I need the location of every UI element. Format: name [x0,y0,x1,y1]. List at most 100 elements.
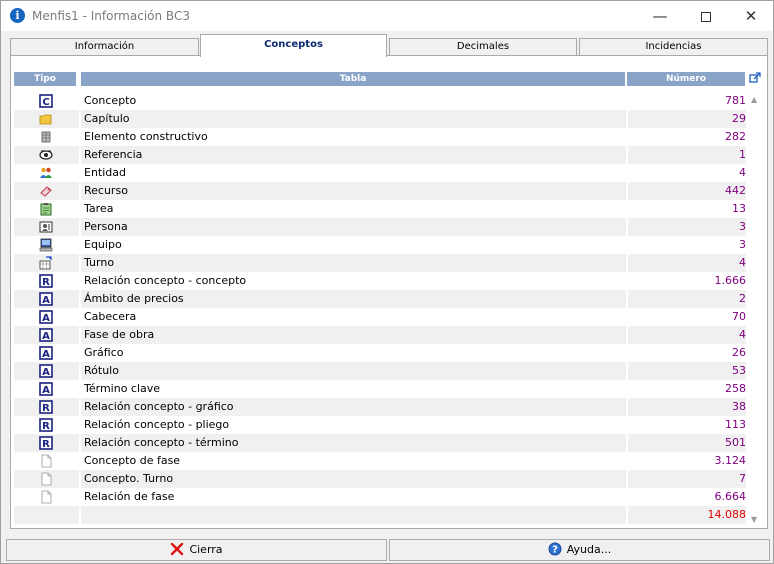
table-row[interactable]: ACabecera70 [14,308,746,326]
numero-cell: 4 [630,164,746,182]
vertical-scrollbar[interactable]: ▲ ▼ [748,94,763,526]
column-divider [79,128,81,146]
popout-icon[interactable] [749,72,761,84]
tipo-cell [14,128,76,146]
scroll-down-icon[interactable]: ▼ [751,516,757,524]
table-row[interactable]: CConcepto781 [14,92,746,110]
svg-text:A: A [42,331,50,342]
tab-incidencias[interactable]: Incidencias [579,38,768,56]
column-divider [79,92,81,110]
table-row[interactable]: Recurso442 [14,182,746,200]
scroll-up-icon[interactable]: ▲ [751,96,757,104]
maximize-button[interactable] [683,1,729,31]
column-divider [626,506,628,524]
column-header-tipo[interactable]: Tipo [14,72,76,86]
tabla-cell: Relación concepto - gráfico [84,398,628,416]
tipo-cell [14,182,76,200]
numero-cell: 29 [630,110,746,128]
tabla-cell: Cabecera [84,308,628,326]
tabla-cell: Recurso [84,182,628,200]
tab-conceptos[interactable]: Conceptos [200,34,387,57]
page-icon [39,454,53,468]
column-divider [626,344,628,362]
tab-informacion[interactable]: Información [10,38,199,56]
table-row[interactable]: Concepto de fase3.124 [14,452,746,470]
total-row: 14.088 [14,506,746,524]
table-row[interactable]: RRelación concepto - concepto1.666 [14,272,746,290]
numero-cell: 4 [630,254,746,272]
table-row[interactable]: Referencia1 [14,146,746,164]
numero-cell: 70 [630,308,746,326]
tipo-cell [14,470,76,488]
letter-a-icon: A [39,364,53,378]
numero-cell: 53 [630,362,746,380]
people-icon [39,166,53,180]
table-row[interactable]: RRelación concepto - gráfico38 [14,398,746,416]
table-row[interactable]: Persona3 [14,218,746,236]
tipo-cell: A [14,326,76,344]
table-row[interactable]: Equipo3 [14,236,746,254]
table-row[interactable]: AFase de obra4 [14,326,746,344]
table-row[interactable]: RRelación concepto - término501 [14,434,746,452]
tabla-cell: Relación concepto - término [84,434,628,452]
column-divider [79,182,81,200]
help-button-label: Ayuda... [567,543,611,556]
column-divider [626,470,628,488]
table-row[interactable]: Capítulo29 [14,110,746,128]
svg-text:C: C [42,97,49,108]
column-divider [79,416,81,434]
table-row[interactable]: AGráfico26 [14,344,746,362]
tipo-cell: A [14,380,76,398]
tabla-cell: Persona [84,218,628,236]
tabla-cell: Tarea [84,200,628,218]
tipo-cell: A [14,362,76,380]
numero-cell: 442 [630,182,746,200]
column-divider [79,254,81,272]
table-row[interactable]: Turno4 [14,254,746,272]
svg-text:R: R [42,403,50,414]
letter-a-icon: A [39,382,53,396]
column-divider [626,200,628,218]
close-button[interactable]: Cierra [6,539,387,561]
column-divider [79,434,81,452]
table-row[interactable]: Concepto. Turno7 [14,470,746,488]
column-divider [626,452,628,470]
table-row[interactable]: Elemento constructivo282 [14,128,746,146]
table-row[interactable]: Tarea13 [14,200,746,218]
close-window-button[interactable]: ✕ [728,1,774,31]
tabla-cell: Elemento constructivo [84,128,628,146]
svg-text:R: R [42,439,50,450]
column-divider [79,290,81,308]
building-element-icon [39,130,53,144]
tabla-cell: Concepto. Turno [84,470,628,488]
table-row[interactable]: RRelación concepto - pliego113 [14,416,746,434]
table-row[interactable]: ATérmino clave258 [14,380,746,398]
column-divider [626,416,628,434]
table-row[interactable]: Relación de fase6.664 [14,488,746,506]
help-button[interactable]: ? Ayuda... [389,539,770,561]
column-divider [626,164,628,182]
page-icon [39,472,53,486]
person-card-icon [39,220,53,234]
letter-c-icon: C [39,94,53,108]
numero-cell: 282 [630,128,746,146]
minimize-button[interactable]: — [637,1,683,31]
column-header-numero[interactable]: Número [627,72,745,86]
svg-text:R: R [42,277,50,288]
column-header-tabla[interactable]: Tabla [81,72,625,86]
tipo-cell: C [14,92,76,110]
info-bc3-window: i Menfis1 - Información BC3 — ✕ Informac… [0,0,774,564]
column-divider [79,344,81,362]
tipo-cell [14,452,76,470]
table-row[interactable]: Entidad4 [14,164,746,182]
tipo-cell: R [14,272,76,290]
red-x-icon [170,542,184,556]
column-divider [626,128,628,146]
table-row[interactable]: ARótulo53 [14,362,746,380]
column-divider [626,326,628,344]
tabla-cell: Ámbito de precios [84,290,628,308]
table-row[interactable]: AÁmbito de precios2 [14,290,746,308]
tab-decimales[interactable]: Decimales [389,38,577,56]
page-icon [39,490,53,504]
tabla-cell: Equipo [84,236,628,254]
